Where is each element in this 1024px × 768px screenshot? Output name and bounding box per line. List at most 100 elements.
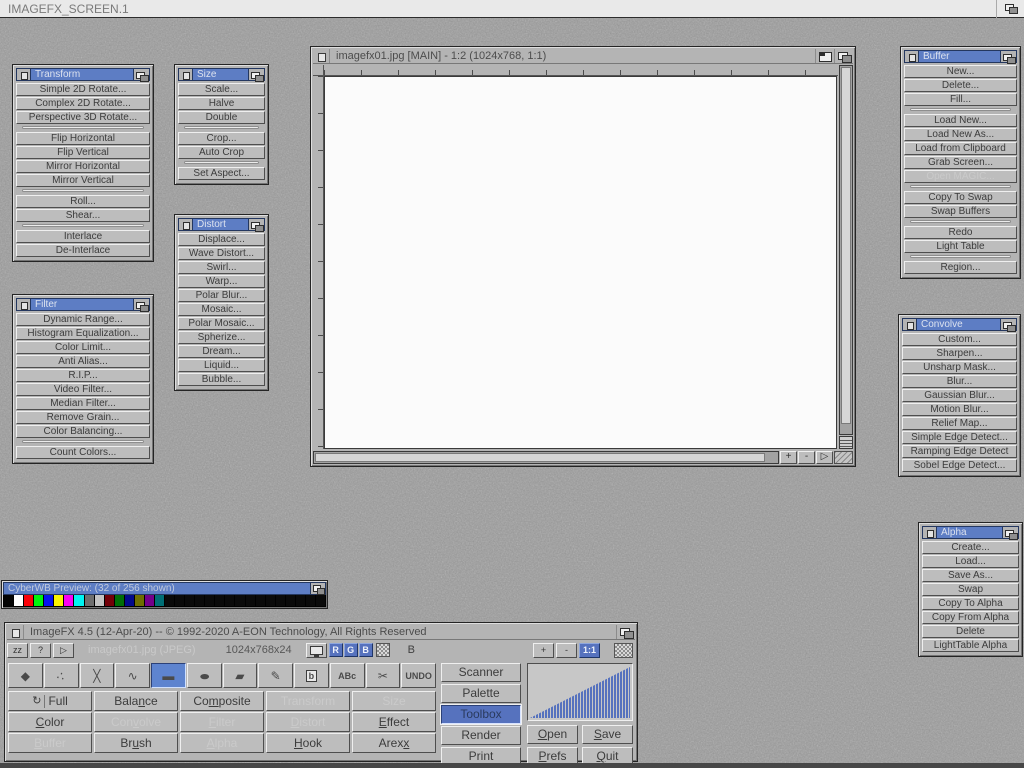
r-i-p-button[interactable]: R.I.P... — [16, 369, 150, 382]
sobel-edge-detect-button[interactable]: Sobel Edge Detect... — [902, 459, 1017, 472]
palette-swatch[interactable] — [115, 595, 125, 606]
close-icon[interactable] — [905, 51, 919, 62]
close-icon[interactable] — [903, 319, 917, 330]
page-scanner-button[interactable]: Scanner — [441, 663, 521, 682]
dream-button[interactable]: Dream... — [178, 345, 265, 358]
palette-swatch[interactable] — [24, 595, 34, 606]
zoom-out-button[interactable]: - — [798, 451, 815, 464]
unsharp-mask-button[interactable]: Unsharp Mask... — [902, 361, 1017, 374]
depth-icon[interactable] — [616, 625, 635, 639]
close-icon[interactable] — [17, 299, 31, 310]
load-from-clipboard-button[interactable]: Load from Clipboard — [904, 142, 1017, 155]
page-palette-button[interactable]: Palette — [441, 684, 521, 703]
channel-b-button[interactable]: B — [359, 643, 373, 657]
arexx-button[interactable]: Arexx — [352, 733, 436, 753]
bubble-button[interactable]: Bubble... — [178, 373, 265, 386]
help-button[interactable]: ? — [30, 643, 51, 658]
ramping-edge-detect-button[interactable]: Ramping Edge Detect — [902, 445, 1017, 458]
displace-button[interactable]: Displace... — [178, 233, 265, 246]
brush-button[interactable]: Brush — [94, 733, 178, 753]
lighttable-alpha-button[interactable]: LightTable Alpha — [922, 639, 1019, 652]
depth-icon[interactable] — [248, 219, 264, 230]
palette-swatch[interactable] — [95, 595, 105, 606]
palette-swatch[interactable] — [246, 595, 256, 606]
flip-vertical-button[interactable]: Flip Vertical — [16, 146, 150, 159]
color-limit-button[interactable]: Color Limit... — [16, 341, 150, 354]
palette-swatch[interactable] — [14, 595, 24, 606]
swap-buffers-button[interactable]: Swap Buffers — [904, 205, 1017, 218]
box-tool[interactable]: ▬ — [151, 663, 186, 688]
palette-swatch[interactable] — [225, 595, 235, 606]
palette-swatch[interactable] — [105, 595, 115, 606]
page-render-button[interactable]: Render — [441, 726, 521, 745]
shear-button[interactable]: Shear... — [16, 209, 150, 222]
palette-swatch[interactable] — [155, 595, 165, 606]
text-tool[interactable]: ABc — [330, 663, 365, 688]
video-filter-button[interactable]: Video Filter... — [16, 383, 150, 396]
palette-swatch[interactable] — [266, 595, 276, 606]
anti-alias-button[interactable]: Anti Alias... — [16, 355, 150, 368]
close-icon[interactable] — [313, 49, 330, 63]
depth-icon[interactable] — [1000, 51, 1016, 62]
scissors-tool[interactable]: ✂ — [366, 663, 401, 688]
swirl-button[interactable]: Swirl... — [178, 261, 265, 274]
palette-swatch[interactable] — [135, 595, 145, 606]
color-balancing-button[interactable]: Color Balancing... — [16, 425, 150, 438]
dynamic-range-button[interactable]: Dynamic Range... — [16, 313, 150, 326]
depth-icon[interactable] — [248, 69, 264, 80]
liquid-button[interactable]: Liquid... — [178, 359, 265, 372]
simple-edge-detect-button[interactable]: Simple Edge Detect... — [902, 431, 1017, 444]
auto-crop-button[interactable]: Auto Crop — [178, 146, 265, 159]
load-button[interactable]: Load... — [922, 555, 1019, 568]
palette-swatch[interactable] — [286, 595, 296, 606]
hook-button[interactable]: Hook — [266, 733, 350, 753]
wave-distort-button[interactable]: Wave Distort... — [178, 247, 265, 260]
palette-swatch[interactable] — [85, 595, 95, 606]
composite-button[interactable]: Composite — [180, 691, 264, 711]
mirror-horizontal-button[interactable]: Mirror Horizontal — [16, 160, 150, 173]
mirror-vertical-button[interactable]: Mirror Vertical — [16, 174, 150, 187]
palette-swatch[interactable] — [44, 595, 54, 606]
full-button[interactable]: ↻Full — [8, 691, 92, 711]
delete-button[interactable]: Delete — [922, 625, 1019, 638]
relief-map-button[interactable]: Relief Map... — [902, 417, 1017, 430]
palette-swatch[interactable] — [145, 595, 155, 606]
create-button[interactable]: Create... — [922, 541, 1019, 554]
palette-swatch[interactable] — [74, 595, 84, 606]
palette-swatch[interactable] — [215, 595, 225, 606]
gaussian-blur-button[interactable]: Gaussian Blur... — [902, 389, 1017, 402]
polar-mosaic-button[interactable]: Polar Mosaic... — [178, 317, 265, 330]
palette-swatch[interactable] — [4, 595, 14, 606]
de-interlace-button[interactable]: De-Interlace — [16, 244, 150, 257]
remove-grain-button[interactable]: Remove Grain... — [16, 411, 150, 424]
toolbar-zoom-out-button[interactable]: - — [556, 643, 577, 658]
spherize-button[interactable]: Spherize... — [178, 331, 265, 344]
close-icon[interactable] — [7, 625, 24, 639]
load-new-as-button[interactable]: Load New As... — [904, 128, 1017, 141]
depth-icon[interactable] — [834, 49, 853, 63]
mosaic-button[interactable]: Mosaic... — [178, 303, 265, 316]
palette-swatch[interactable] — [256, 595, 266, 606]
oval-tool[interactable]: ● — [187, 663, 222, 688]
horizontal-scrollbar-knob[interactable] — [315, 453, 765, 462]
interlace-button[interactable]: Interlace — [16, 230, 150, 243]
swap-button[interactable]: Swap — [922, 583, 1019, 596]
sharpen-button[interactable]: Sharpen... — [902, 347, 1017, 360]
palette-swatch[interactable] — [316, 595, 325, 606]
palette-swatch[interactable] — [125, 595, 135, 606]
zoom-gadget-icon[interactable] — [815, 49, 834, 63]
copy-to-swap-button[interactable]: Copy To Swap — [904, 191, 1017, 204]
vertical-scrollbar[interactable] — [839, 65, 853, 435]
palette-swatch[interactable] — [195, 595, 205, 606]
median-filter-button[interactable]: Median Filter... — [16, 397, 150, 410]
pan-button[interactable]: ▷ — [816, 451, 833, 464]
custom-button[interactable]: Custom... — [902, 333, 1017, 346]
palette-swatch[interactable] — [276, 595, 286, 606]
palette-swatch[interactable] — [64, 595, 74, 606]
palette-swatch[interactable] — [165, 595, 175, 606]
toolbar-zoom-in-button[interactable]: + — [533, 643, 554, 658]
scale-button[interactable]: Scale... — [178, 83, 265, 96]
palette-swatch[interactable] — [34, 595, 44, 606]
palette-swatch[interactable] — [54, 595, 64, 606]
zoom-in-button[interactable]: + — [780, 451, 797, 464]
